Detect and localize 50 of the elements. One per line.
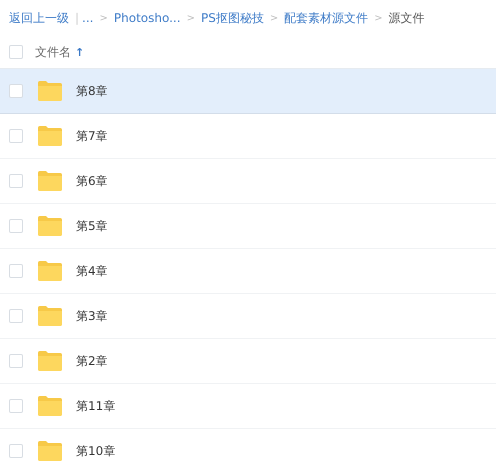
- folder-icon: [37, 260, 63, 282]
- file-row[interactable]: 第4章: [0, 249, 496, 294]
- file-row[interactable]: 第11章: [0, 384, 496, 429]
- folder-icon: [37, 125, 63, 147]
- checkbox[interactable]: [9, 174, 23, 188]
- checkbox[interactable]: [9, 129, 23, 143]
- breadcrumb-link[interactable]: 返回上一级: [9, 10, 69, 26]
- folder-icon: [37, 215, 63, 237]
- folder-name[interactable]: 第7章: [76, 128, 108, 144]
- checkbox[interactable]: [9, 219, 23, 233]
- folder-icon: [37, 395, 63, 417]
- folder-icon: [37, 170, 63, 192]
- breadcrumb-separator: >: [374, 12, 383, 24]
- folder-name[interactable]: 第10章: [76, 442, 116, 460]
- folder-icon: [37, 440, 63, 462]
- file-row[interactable]: 第8章: [0, 69, 496, 114]
- folder-name[interactable]: 第3章: [76, 308, 108, 324]
- folder-name[interactable]: 第6章: [76, 172, 108, 190]
- folder-name[interactable]: 第5章: [76, 218, 108, 234]
- folder-icon: [37, 350, 63, 372]
- folder-name[interactable]: 第2章: [76, 352, 108, 370]
- breadcrumb-link[interactable]: Photosho...: [114, 11, 181, 25]
- checkbox[interactable]: [9, 45, 23, 59]
- checkbox[interactable]: [9, 399, 23, 413]
- folder-icon: [37, 305, 63, 327]
- sort-arrow[interactable]: ↑: [75, 46, 84, 58]
- folder-name[interactable]: 第4章: [76, 262, 108, 280]
- checkbox[interactable]: [9, 84, 23, 98]
- checkbox[interactable]: [9, 264, 23, 278]
- file-row[interactable]: 第3章: [0, 294, 496, 339]
- folder-name[interactable]: 第8章: [76, 82, 108, 100]
- column-header[interactable]: 文件名: [35, 44, 71, 60]
- file-row[interactable]: 第2章: [0, 339, 496, 384]
- folder-icon: [37, 80, 63, 102]
- breadcrumb-link[interactable]: 配套素材源文件: [284, 10, 368, 26]
- breadcrumb-link[interactable]: PS抠图秘技: [200, 10, 264, 26]
- breadcrumb-separator: >: [270, 12, 278, 24]
- breadcrumb-link[interactable]: ...: [82, 11, 94, 25]
- checkbox[interactable]: [9, 354, 23, 368]
- file-row[interactable]: 第5章: [0, 204, 496, 249]
- breadcrumb-separator: >: [100, 12, 108, 24]
- breadcrumb-divider: |: [75, 11, 80, 25]
- checkbox[interactable]: [9, 444, 23, 458]
- file-row[interactable]: 第7章: [0, 114, 496, 159]
- file-row[interactable]: 第6章: [0, 159, 496, 204]
- breadcrumb-current: 源文件: [388, 10, 425, 26]
- file-row[interactable]: 第10章: [0, 429, 496, 466]
- folder-name[interactable]: 第11章: [76, 398, 116, 414]
- breadcrumb-separator: >: [186, 12, 195, 24]
- checkbox[interactable]: [9, 309, 23, 323]
